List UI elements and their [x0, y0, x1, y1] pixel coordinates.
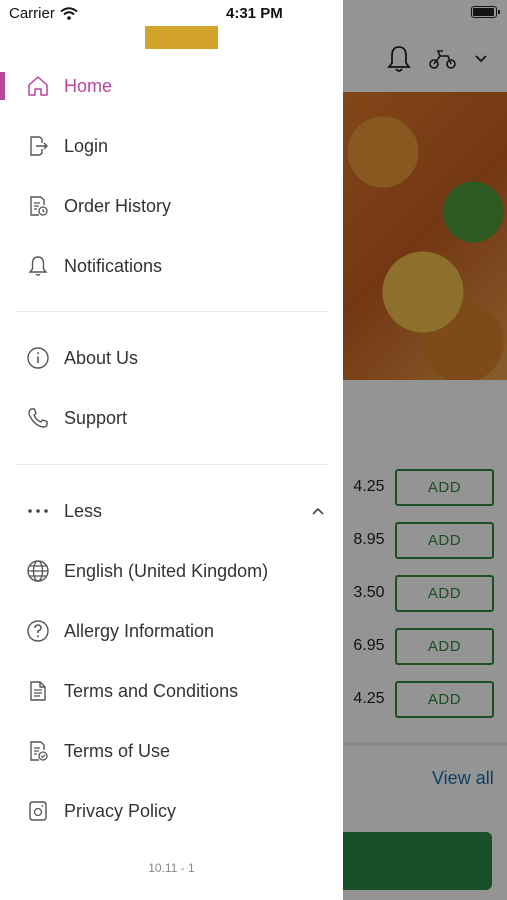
- status-time: 4:31 PM: [226, 5, 283, 22]
- menu-item-terms-and-conditions[interactable]: Terms and Conditions: [0, 663, 343, 719]
- document-check-icon: [24, 737, 52, 765]
- chevron-up-icon[interactable]: [311, 506, 325, 516]
- menu-item-notifications[interactable]: Notifications: [0, 238, 343, 294]
- add-button[interactable]: ADD: [395, 468, 494, 506]
- brand-logo: [145, 26, 218, 49]
- hero-food-image: [343, 92, 507, 380]
- menu-item-label: Less: [64, 500, 103, 521]
- home-icon: [24, 72, 52, 100]
- menu-item-label: Notifications: [64, 255, 163, 276]
- add-button[interactable]: ADD: [395, 521, 494, 559]
- menu-item-label: Home: [64, 75, 113, 96]
- side-drawer: Carrier 4:31 PM Home Login Order History…: [0, 0, 343, 900]
- add-button[interactable]: ADD: [395, 627, 494, 665]
- menu-item-label: Support: [64, 407, 128, 428]
- more-dots-icon: [24, 497, 52, 525]
- divider: [343, 742, 507, 746]
- menu-item-label: Terms and Conditions: [64, 680, 239, 701]
- menu-item-login[interactable]: Login: [0, 118, 343, 174]
- status-bar: Carrier 4:31 PM: [0, 0, 343, 28]
- phone-icon: [24, 404, 52, 432]
- active-indicator: [0, 72, 5, 100]
- menu-item-allergy-information[interactable]: Allergy Information: [0, 603, 343, 659]
- product-row: 6.95 ADD: [343, 626, 507, 666]
- privacy-icon: [24, 797, 52, 825]
- menu-item-support[interactable]: Support: [0, 390, 343, 446]
- product-price: 6.95: [353, 637, 385, 654]
- menu-item-label: About Us: [64, 347, 139, 368]
- product-row: 3.50 ADD: [343, 573, 507, 613]
- header-icons: [386, 44, 488, 74]
- menu-item-label: Privacy Policy: [64, 800, 177, 821]
- add-button[interactable]: ADD: [395, 680, 494, 718]
- divider: [16, 464, 328, 465]
- product-price: 3.50: [353, 584, 385, 601]
- product-price: 8.95: [353, 531, 385, 548]
- menu-item-home[interactable]: Home: [0, 58, 343, 114]
- menu-item-language[interactable]: English (United Kingdom): [0, 543, 343, 599]
- delivery-scooter-icon[interactable]: [428, 48, 458, 70]
- menu-item-label: Order History: [64, 195, 172, 216]
- basket-button[interactable]: [343, 832, 492, 890]
- app-version: 10.11 - 1: [148, 861, 195, 875]
- product-row: 4.25 ADD: [343, 467, 507, 507]
- bell-icon: [24, 252, 52, 280]
- menu-item-about-us[interactable]: About Us: [0, 330, 343, 386]
- product-row: 4.25 ADD: [343, 679, 507, 719]
- menu-item-label: Allergy Information: [64, 620, 215, 641]
- globe-icon: [24, 557, 52, 585]
- document-icon: [24, 677, 52, 705]
- menu-item-order-history[interactable]: Order History: [0, 178, 343, 234]
- carrier-label: Carrier: [9, 5, 55, 22]
- product-price: 4.25: [353, 690, 385, 707]
- menu-item-less[interactable]: Less: [0, 483, 343, 539]
- menu-item-terms-of-use[interactable]: Terms of Use: [0, 723, 343, 779]
- product-price: 4.25: [353, 478, 385, 495]
- divider: [16, 311, 328, 312]
- product-row: 8.95 ADD: [343, 520, 507, 560]
- menu-item-privacy-policy[interactable]: Privacy Policy: [0, 783, 343, 839]
- add-button[interactable]: ADD: [395, 574, 494, 612]
- menu-item-label: Terms of Use: [64, 740, 171, 761]
- info-icon: [24, 344, 52, 372]
- view-all-link[interactable]: View all: [432, 768, 494, 789]
- chevron-down-icon[interactable]: [474, 54, 488, 64]
- carrier-indicator: Carrier: [9, 5, 78, 22]
- battery-icon: [471, 6, 500, 18]
- order-history-icon: [24, 192, 52, 220]
- wifi-icon: [60, 7, 78, 20]
- question-icon: [24, 617, 52, 645]
- menu-item-label: Login: [64, 135, 109, 156]
- login-icon: [24, 132, 52, 160]
- menu-item-label: English (United Kingdom): [64, 560, 269, 581]
- notification-bell-icon[interactable]: [386, 44, 412, 74]
